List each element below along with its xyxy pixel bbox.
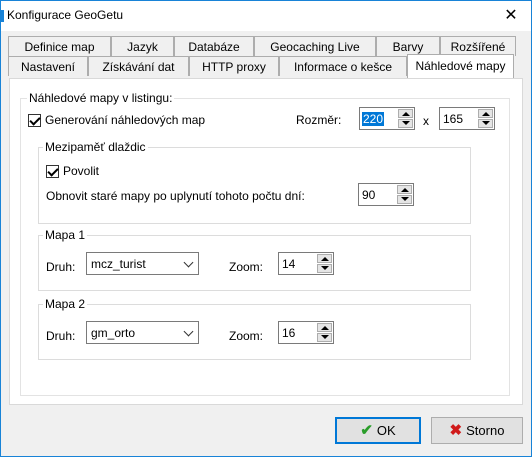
map2-type-value: gm_orto	[91, 326, 136, 340]
tab-nahledove-mapy[interactable]: Náhledové mapy	[407, 54, 514, 78]
app-icon	[1, 10, 4, 22]
cache-refresh-days-spinner[interactable]: 90	[358, 183, 414, 206]
ok-button-label: OK	[376, 423, 396, 438]
ok-button[interactable]: ✔ OK	[335, 417, 421, 444]
tab-rozsirene[interactable]: Rozšířené	[440, 36, 516, 56]
map2-type-label: Druh:	[46, 329, 76, 343]
chevron-down-icon	[183, 257, 194, 268]
preview-maps-group-title: Náhledové mapy v listingu:	[27, 91, 175, 105]
cache-days-down-icon[interactable]	[397, 195, 412, 204]
tab-jazyk[interactable]: Jazyk	[111, 36, 174, 56]
title-bar: Konfigurace GeoGetu ✕	[1, 1, 531, 31]
cache-days-up-icon[interactable]	[397, 185, 412, 194]
cancel-button-label: Storno	[466, 423, 505, 438]
tab-nastaveni[interactable]: Nastavení	[8, 56, 88, 76]
size-separator: x	[423, 114, 429, 128]
close-icon[interactable]: ✕	[499, 4, 523, 28]
check-icon: ✔	[360, 422, 373, 439]
map1-zoom-value: 14	[282, 257, 296, 271]
tab-http-proxy[interactable]: HTTP proxy	[189, 56, 279, 76]
map2-zoom-down-icon[interactable]	[317, 333, 332, 342]
map2-group: Mapa 2 Druh: gm_orto Zoom: 16	[38, 297, 471, 360]
preview-maps-group: Náhledové mapy v listingu: Generování ná…	[20, 91, 510, 396]
map1-type-select[interactable]: mcz_turist	[86, 252, 199, 275]
size-height-value: 165	[443, 112, 464, 126]
cache-refresh-label: Obnovit staré mapy po uplynutí tohoto po…	[46, 189, 305, 203]
chevron-down-icon	[183, 326, 194, 337]
cache-refresh-days-value: 90	[362, 188, 376, 202]
tab-definice-map[interactable]: Definice map	[8, 36, 111, 56]
settings-window: Konfigurace GeoGetu ✕ Definice map Jazyk…	[0, 0, 532, 457]
map1-zoom-up-icon[interactable]	[317, 254, 332, 263]
map2-zoom-spinner[interactable]: 16	[278, 321, 334, 344]
cache-enable-checkbox[interactable]	[46, 165, 59, 178]
size-height-up-icon[interactable]	[478, 109, 493, 118]
generate-maps-label: Generování náhledových map	[45, 113, 206, 127]
cancel-button[interactable]: ✖ Storno	[431, 417, 523, 444]
generate-maps-checkbox[interactable]	[28, 114, 41, 127]
map1-group: Mapa 1 Druh: mcz_turist Zoom: 14	[38, 228, 471, 291]
map1-group-title: Mapa 1	[43, 228, 88, 242]
window-title: Konfigurace GeoGetu	[7, 8, 124, 22]
tab-databaze[interactable]: Databáze	[174, 36, 254, 56]
tab-geocaching-live[interactable]: Geocaching Live	[254, 36, 376, 56]
x-icon: ✖	[449, 422, 463, 439]
map1-type-value: mcz_turist	[91, 257, 146, 271]
map1-zoom-spinner[interactable]: 14	[278, 252, 334, 275]
size-label: Rozměr:	[296, 113, 342, 127]
size-height-spinner[interactable]: 165	[439, 107, 495, 130]
map1-type-label: Druh:	[46, 260, 76, 274]
size-width-down-icon[interactable]	[398, 119, 413, 128]
map2-zoom-value: 16	[282, 326, 296, 340]
map1-zoom-down-icon[interactable]	[317, 264, 332, 273]
map2-group-title: Mapa 2	[43, 297, 88, 311]
tab-informace-o-kesce[interactable]: Informace o kešce	[279, 56, 407, 76]
tab-ziskavani-dat[interactable]: Získávání dat	[88, 56, 189, 76]
tile-cache-group: Mezipaměť dlaždic Povolit Obnovit staré …	[38, 140, 471, 224]
map2-type-select[interactable]: gm_orto	[86, 321, 199, 344]
size-width-spinner[interactable]: 220	[359, 107, 415, 130]
cache-enable-label: Povolit	[63, 164, 100, 178]
map2-zoom-up-icon[interactable]	[317, 323, 332, 332]
tile-cache-group-title: Mezipaměť dlaždic	[43, 140, 148, 154]
map2-zoom-label: Zoom:	[229, 329, 264, 343]
size-width-up-icon[interactable]	[398, 109, 413, 118]
tab-barvy[interactable]: Barvy	[376, 36, 440, 56]
size-width-value: 220	[362, 112, 385, 126]
tab-content-panel: Náhledové mapy v listingu: Generování ná…	[9, 78, 523, 405]
map1-zoom-label: Zoom:	[229, 260, 264, 274]
size-height-down-icon[interactable]	[478, 119, 493, 128]
